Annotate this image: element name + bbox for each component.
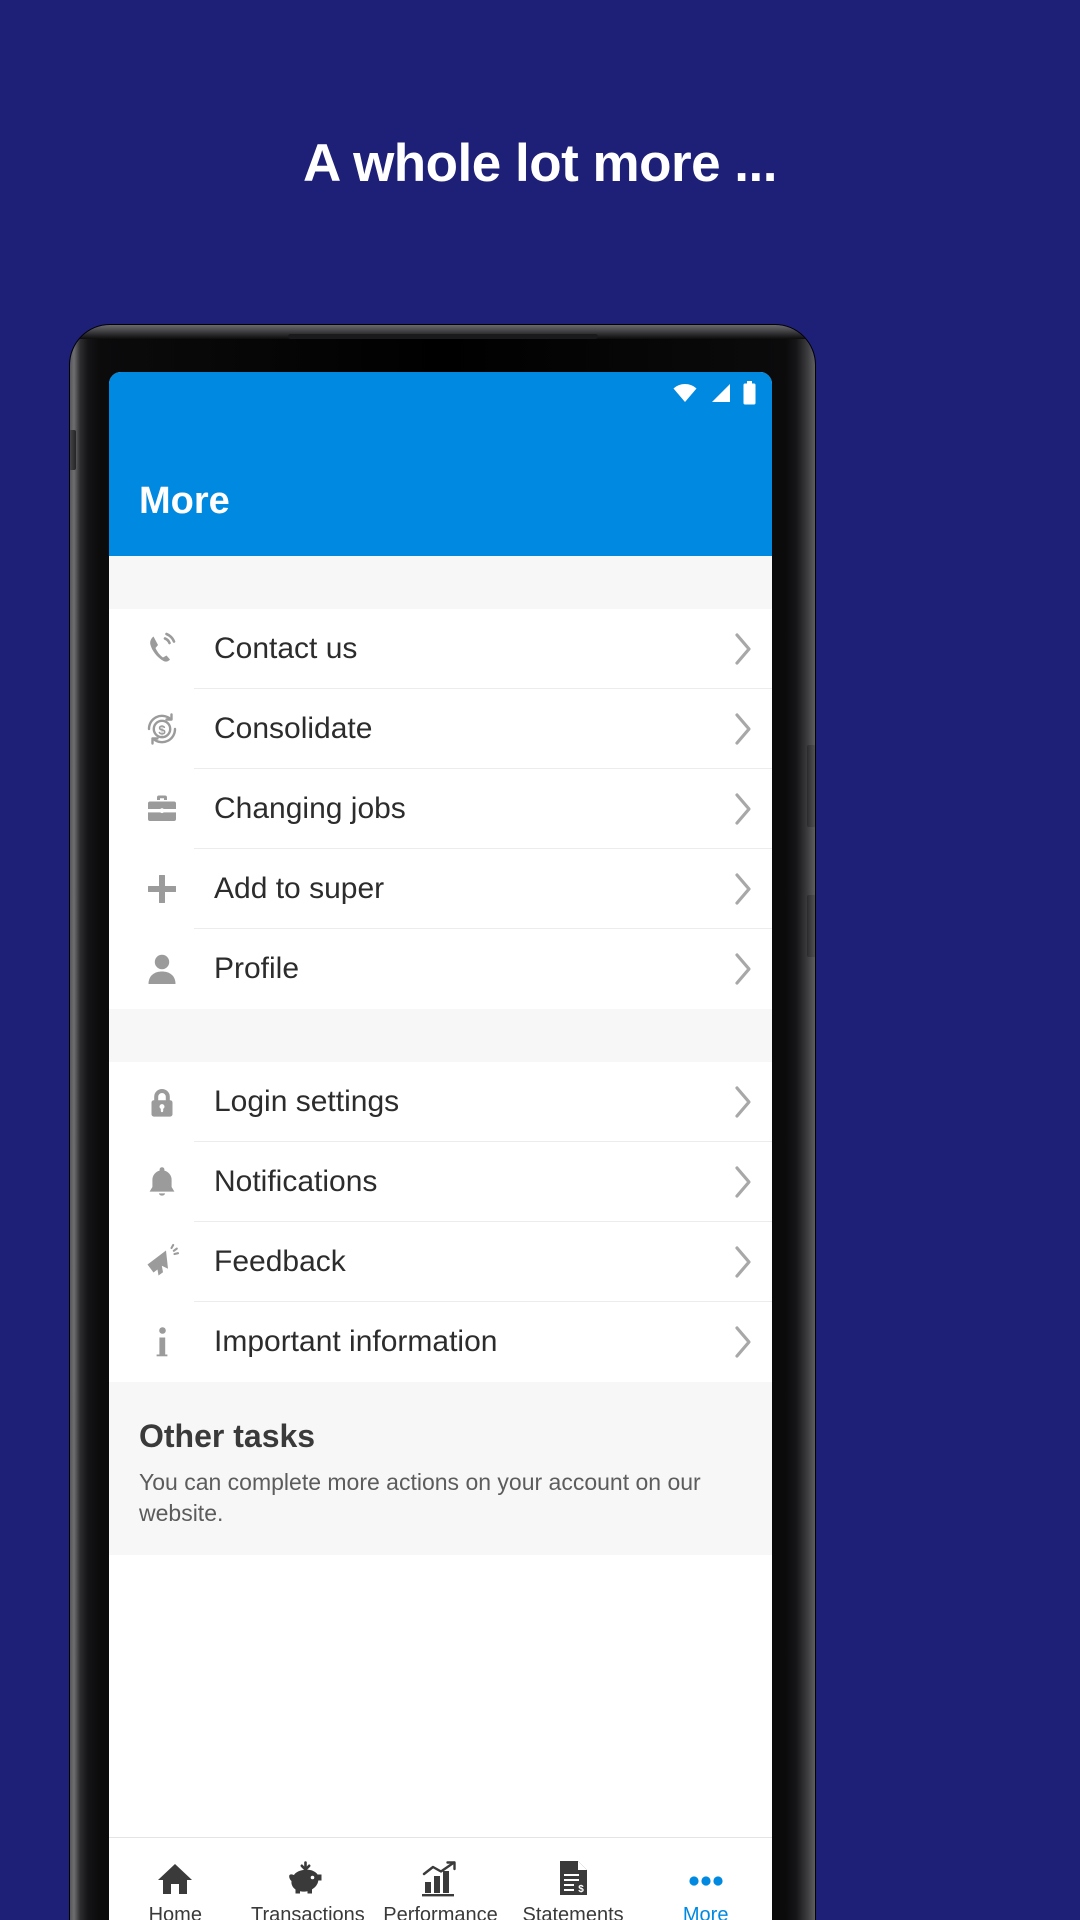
info-icon: [139, 1322, 185, 1362]
nav-item-home[interactable]: Home: [109, 1838, 242, 1920]
signal-icon: [709, 383, 732, 408]
menu-item-label: Changing jobs: [214, 792, 406, 825]
chevron-right-icon: [714, 1164, 772, 1200]
menu-item-label: Profile: [214, 952, 300, 985]
section-spacer-middle: [109, 1009, 772, 1062]
chevron-right-icon: [714, 871, 772, 907]
menu-item-feedback[interactable]: Feedback: [109, 1222, 772, 1302]
volume-button[interactable]: [807, 895, 815, 957]
plus-icon: [139, 869, 185, 909]
chevron-right-icon: [714, 951, 772, 987]
battery-icon: [743, 381, 756, 410]
menu-item-label: Notifications: [214, 1165, 378, 1198]
page-title: A whole lot more ...: [303, 134, 777, 193]
menu-item-label: Important information: [214, 1325, 498, 1358]
lock-icon: [139, 1082, 185, 1122]
chevron-right-icon: [714, 711, 772, 747]
menu-item-label: Login settings: [214, 1085, 400, 1118]
home-icon: [155, 1857, 195, 1897]
menu-item-important-information[interactable]: Important information: [109, 1302, 772, 1382]
menu-item-label: Add to super: [214, 872, 385, 905]
menu-group-account: Contact us $ Consolidate Changing jobs A…: [109, 609, 772, 1009]
phone-ring-icon: [139, 629, 185, 669]
other-tasks-description: You can complete more actions on your ac…: [139, 1469, 701, 1527]
piggy-bank-icon: [286, 1857, 330, 1897]
menu-item-login-settings[interactable]: Login settings: [109, 1062, 772, 1142]
menu-item-changing-jobs[interactable]: Changing jobs: [109, 769, 772, 849]
nav-item-label: Performance: [383, 1903, 498, 1920]
other-tasks-section: Other tasks You can complete more action…: [109, 1382, 772, 1556]
menu-item-contact-us[interactable]: Contact us: [109, 609, 772, 689]
wifi-icon: [672, 383, 698, 408]
document-dollar-icon: $: [556, 1857, 590, 1897]
ellipsis-icon: [684, 1857, 728, 1897]
menu-group-settings: Login settings Notifications Feedback Im…: [109, 1062, 772, 1382]
phone-mockup: More Contact us $ Consolidate Changing j…: [70, 325, 815, 1920]
svg-text:$: $: [158, 722, 166, 737]
menu-item-add-to-super[interactable]: Add to super: [109, 849, 772, 929]
bottom-navigation-bar: Home Transactions Performance $ Statemen…: [109, 1837, 772, 1920]
menu-item-profile[interactable]: Profile: [109, 929, 772, 1009]
bar-chart-icon: [419, 1857, 461, 1897]
nav-item-performance[interactable]: Performance: [374, 1838, 507, 1920]
chevron-right-icon: [714, 1084, 772, 1120]
menu-item-label: Feedback: [214, 1245, 346, 1278]
person-icon: [139, 949, 185, 989]
nav-item-statements[interactable]: $ Statements: [507, 1838, 640, 1920]
nav-item-label: Home: [148, 1903, 202, 1920]
consolidate-dollar-icon: $: [139, 709, 185, 749]
chevron-right-icon: [714, 1244, 772, 1280]
section-spacer-top: [109, 556, 772, 609]
nav-item-label: More: [682, 1903, 729, 1920]
phone-screen: More Contact us $ Consolidate Changing j…: [109, 372, 772, 1920]
nav-item-more[interactable]: More: [639, 1838, 772, 1920]
menu-item-label: Consolidate: [214, 712, 373, 745]
phone-earpiece-speaker: [287, 334, 598, 339]
nav-item-label: Transactions: [251, 1903, 365, 1920]
chevron-right-icon: [714, 791, 772, 827]
svg-text:$: $: [578, 1884, 584, 1895]
nav-item-label: Statements: [522, 1903, 624, 1920]
other-tasks-title: Other tasks: [139, 1418, 316, 1454]
app-bar: More: [109, 372, 772, 556]
menu-item-label: Contact us: [214, 632, 358, 665]
menu-item-consolidate[interactable]: $ Consolidate: [109, 689, 772, 769]
briefcase-icon: [139, 789, 185, 829]
menu-item-notifications[interactable]: Notifications: [109, 1142, 772, 1222]
nav-item-transactions[interactable]: Transactions: [242, 1838, 375, 1920]
chevron-right-icon: [714, 1324, 772, 1360]
chevron-right-icon: [714, 631, 772, 667]
megaphone-icon: [139, 1242, 185, 1282]
bell-icon: [139, 1162, 185, 1202]
status-bar: [672, 381, 756, 410]
left-side-nub: [70, 430, 76, 470]
app-screen-title: More: [139, 480, 230, 522]
power-button[interactable]: [807, 745, 815, 827]
